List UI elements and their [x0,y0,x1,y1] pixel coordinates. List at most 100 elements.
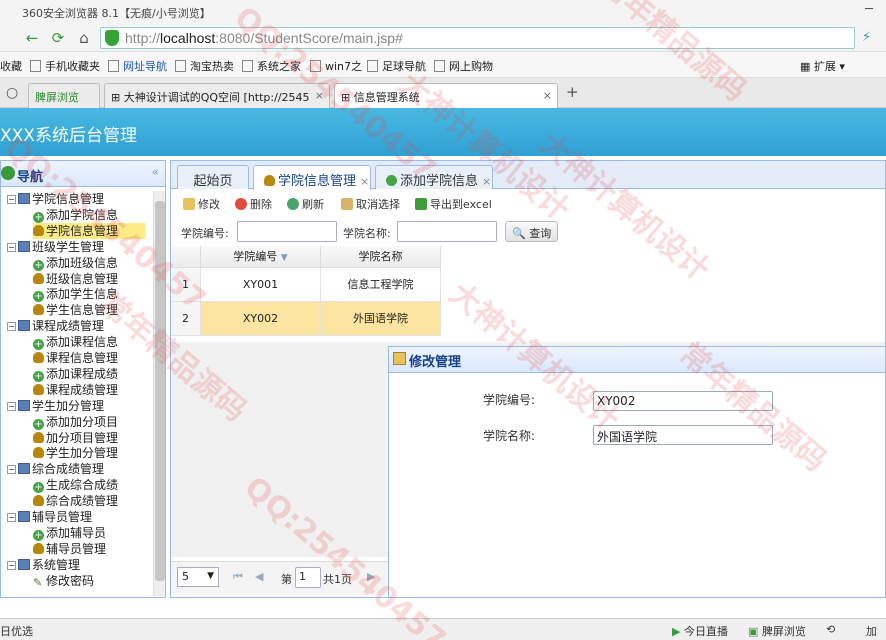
url-field[interactable]: http://localhost:8080/StudentScore/main.… [100,27,855,49]
cancel-select-button[interactable]: 取消选择 [341,196,400,212]
navigation-icon [1,166,15,180]
tree-folder[interactable]: − 综合成绩管理 [7,461,104,477]
tree-item[interactable]: 课程成绩管理 [33,382,118,398]
tree-folder[interactable]: − 辅导员管理 [7,509,92,525]
close-icon[interactable]: × [482,175,491,188]
tree-folder[interactable]: − 班级学生管理 [7,239,104,255]
browser-tab[interactable]: 脾屏浏览 [28,83,100,108]
bookmark-item[interactable]: 足球导航 [367,58,426,74]
next-page-icon[interactable]: ▶ [367,570,375,583]
refresh-icon[interactable]: ⟳ [48,28,68,48]
tree-item[interactable]: + 生成综合成绩 [33,477,118,494]
tree-item[interactable]: 学生加分管理 [33,445,118,461]
back-arrow-icon[interactable]: ← [22,28,42,48]
dialog-header: 修改管理 [389,347,885,373]
browser-tab[interactable]: ⊞ 大神设计调试的QQ空间 [http://2545 × [104,83,330,108]
tree-item[interactable]: + 添加课程成绩 [33,366,118,382]
tree-item[interactable]: + 添加学院信息 [33,207,118,223]
scrollbar-thumb[interactable] [155,201,165,581]
bookmark-item[interactable]: 手机收藏夹 [30,58,100,74]
collapse-icon[interactable]: « [152,165,159,179]
bookmark-item[interactable]: 网址导航 [108,58,167,74]
close-icon[interactable]: × [360,175,369,188]
tree-folder[interactable]: − 学院信息管理 [7,191,104,207]
expand-icon[interactable]: − [7,195,16,204]
status-plus-text[interactable]: 加 [866,623,877,639]
tree-item[interactable]: 学生信息管理 [33,302,118,318]
bookmark-item[interactable]: 系统之家 [242,58,301,74]
undo-icon [341,198,353,210]
college-code-field[interactable]: XY002 [593,391,773,411]
expand-icon[interactable]: − [7,513,16,522]
browse-button[interactable]: ▣ 脾屏浏览 [748,623,806,639]
tree-item[interactable]: 班级信息管理 [33,271,118,287]
tree-item[interactable]: + 添加班级信息 [33,255,118,271]
export-excel-button[interactable]: 导出到excel [415,196,492,212]
delete-button[interactable]: 删除 [235,196,272,212]
tree-item[interactable]: + 添加辅导员 [33,525,106,541]
tree-item[interactable]: 学院信息管理 [33,222,145,239]
tree-folder[interactable]: − 课程成绩管理 [7,318,104,334]
close-icon[interactable]: × [315,89,324,102]
column-header-code[interactable]: 学院编号 ▼ [201,246,321,268]
tab-college-management[interactable]: 学院信息管理 × [253,165,371,190]
tree-item[interactable]: 辅导员管理 [33,541,106,557]
table-cell[interactable]: XY001 [201,268,321,302]
browser-title: 360安全浏览器 8.1【无痕/小号浏览】 [22,7,211,20]
college-name-search-input[interactable] [397,221,497,242]
tab-home[interactable]: 起始页 [177,165,249,189]
table-cell[interactable]: 信息工程学院 [321,268,441,302]
tree-item[interactable]: + 添加学生信息 [33,286,118,303]
add-icon: + [33,482,44,494]
tree-item[interactable]: + 添加课程信息 [33,334,118,351]
table-cell-selected[interactable]: XY002 [201,302,321,336]
tree-item-label: 辅导员管理 [32,510,93,524]
bookmark-item[interactable]: 淘宝热卖 [175,58,234,74]
lightning-icon[interactable]: ⚡ [862,30,871,45]
live-button[interactable]: ▶ 今日直播 [672,623,728,639]
bookmark-item[interactable]: 收藏 [0,58,22,74]
cloud-icon[interactable]: ○ [6,85,18,101]
expand-icon[interactable]: − [7,465,16,475]
college-code-label: 学院编号: [181,227,229,240]
page-total: 共1页 [323,573,352,586]
home-icon[interactable]: ⌂ [74,28,94,48]
tree-item[interactable]: 加分项目管理 [33,430,118,446]
new-tab-button[interactable]: + [566,83,579,101]
tree-folder[interactable]: − 学生加分管理 [7,398,104,414]
tree-item[interactable]: ✎ 修改密码 [33,573,94,589]
status-left-text[interactable]: 日优选 [0,623,33,639]
expand-icon[interactable]: − [7,322,16,332]
query-button[interactable]: 🔍 查询 [505,221,559,242]
user-icon [264,175,275,186]
expand-icon[interactable]: − [7,560,16,570]
first-page-icon[interactable]: ⏮ [233,570,243,584]
refresh-button[interactable]: 刷新 [287,196,324,212]
expand-icon[interactable]: − [7,242,16,252]
sync-icon[interactable]: ⟲ [826,623,835,636]
tree-item[interactable]: 综合成绩管理 [33,493,118,509]
app-header: XXX系统后台管理 [0,108,886,156]
close-icon[interactable]: × [543,89,552,102]
extensions-button[interactable]: ▦ 扩展 ▾ [800,58,845,74]
bookmark-item[interactable]: 网上购物 [434,58,493,74]
prev-page-icon[interactable]: ◀ [255,570,263,583]
scrollbar[interactable] [153,191,165,596]
expand-icon[interactable]: − [7,401,16,411]
college-name-field[interactable]: 外国语学院 [593,425,773,445]
minimize-icon[interactable]: ─ [858,2,880,17]
page-number-input[interactable]: 1 [295,567,321,588]
column-header-name[interactable]: 学院名称 [321,246,441,268]
tree-item[interactable]: + 添加加分项目 [33,414,118,430]
college-code-search-input[interactable] [237,221,337,242]
page-size-select[interactable]: 5 ▼ [177,567,219,587]
tree-folder[interactable]: − 系统管理 [7,557,80,573]
bookmark-item[interactable]: win7之 [310,58,362,74]
table-cell-selected[interactable]: 外国语学院 [321,302,441,336]
tree-item[interactable]: 课程信息管理 [33,350,118,366]
browser-tab-active[interactable]: ⊞ 信息管理系统 × [334,83,558,108]
tree-item-label: 添加学院信息 [46,207,119,222]
tab-add-college[interactable]: 添加学院信息 × [375,165,493,189]
folder-icon [18,511,30,522]
edit-button[interactable]: 修改 [183,196,220,212]
